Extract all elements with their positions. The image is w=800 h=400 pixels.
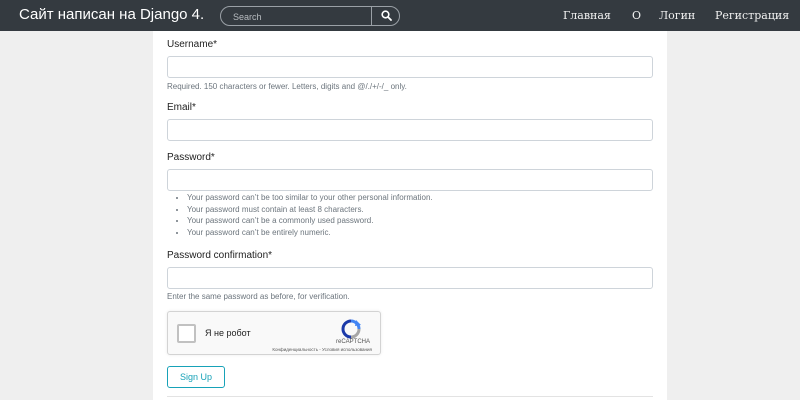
email-label: Email* [167, 102, 196, 113]
password-rule: Your password must contain at least 8 ch… [187, 204, 433, 216]
recaptcha-logo-icon [341, 319, 361, 339]
nav-link-register[interactable]: Регистрация [715, 9, 789, 22]
nav-link-home[interactable]: Главная [563, 9, 611, 22]
search-input[interactable] [233, 9, 373, 24]
password-confirmation-label: Password confirmation* [167, 250, 273, 261]
username-label: Username* [167, 39, 218, 50]
site-brand[interactable]: Сайт написан на Django 4. [19, 6, 204, 23]
captcha-checkbox[interactable] [177, 324, 196, 343]
password-confirmation-input[interactable] [167, 267, 653, 289]
recaptcha-widget: Я не робот reCAPTCHA Конфиденциальность … [167, 311, 381, 355]
password-input[interactable] [167, 169, 653, 191]
email-input[interactable] [167, 119, 653, 141]
nav-link-login[interactable]: Логин [659, 9, 695, 22]
search-icon [381, 10, 392, 21]
password-rule: Your password can’t be too similar to yo… [187, 192, 433, 204]
password-rules: Your password can’t be too similar to yo… [187, 192, 433, 238]
search-form [220, 6, 400, 26]
form-divider [167, 396, 653, 397]
recaptcha-brand: reCAPTCHA [335, 339, 370, 345]
username-input[interactable] [167, 56, 653, 78]
search-button[interactable] [371, 6, 400, 26]
captcha-label: Я не робот [205, 328, 251, 338]
password-label: Password* [167, 152, 215, 163]
recaptcha-terms-link[interactable]: Конфиденциальность - Условия использован… [272, 347, 372, 352]
nav-link-about[interactable]: О [632, 9, 641, 22]
password-rule: Your password can’t be entirely numeric. [187, 227, 433, 239]
password-confirmation-help: Enter the same password as before, for v… [167, 292, 350, 301]
password-rule: Your password can’t be a commonly used p… [187, 215, 433, 227]
navbar: Сайт написан на Django 4. Главная О Логи… [0, 0, 800, 31]
sign-up-button[interactable]: Sign Up [167, 366, 225, 388]
username-help: Required. 150 characters or fewer. Lette… [167, 82, 407, 91]
